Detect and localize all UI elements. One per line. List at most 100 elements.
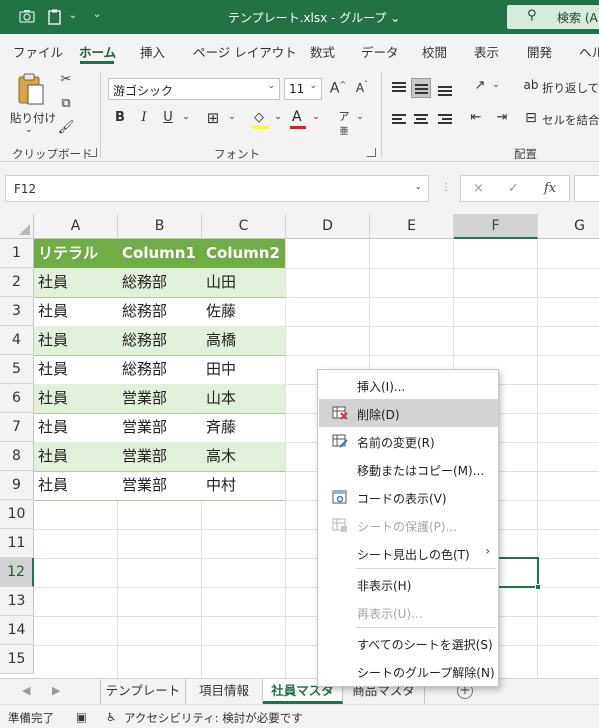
column-header-c[interactable]: C — [202, 214, 286, 239]
menu-item-delete[interactable]: 削除(D) — [319, 399, 498, 427]
customize-toolbar-icon[interactable]: ⌄ — [88, 9, 106, 27]
tab-data[interactable]: データ — [361, 42, 399, 61]
row-header-12[interactable]: 12 — [0, 558, 34, 587]
tab-insert[interactable]: 挿入 — [140, 42, 165, 61]
table-header-cell[interactable]: Column1 — [118, 239, 202, 268]
tab-view[interactable]: 表示 — [474, 42, 499, 61]
row-header-2[interactable]: 2 — [0, 268, 34, 297]
menu-item-tab-color[interactable]: シート見出しの色(T) › — [319, 539, 498, 567]
align-center-icon[interactable] — [411, 110, 431, 130]
row-header-10[interactable]: 10 — [0, 500, 34, 529]
chevron-down-icon[interactable]: ⌄ — [222, 112, 242, 122]
menu-item-protect-sheet[interactable]: シートの保護(P)... — [319, 511, 498, 539]
formula-input[interactable] — [574, 175, 599, 202]
macro-record-icon[interactable]: ▣ — [76, 710, 87, 724]
enter-icon[interactable]: ✓ — [508, 181, 519, 196]
chevron-down-icon[interactable]: ⌄ — [176, 112, 196, 122]
insert-function-icon[interactable]: fx — [544, 181, 556, 196]
table-cell[interactable]: 営業部 — [118, 442, 202, 471]
chevron-down-icon[interactable]: ⌄ — [486, 80, 506, 90]
row-header-9[interactable]: 9 — [0, 471, 34, 500]
column-header-g[interactable]: G — [538, 214, 599, 239]
table-cell[interactable]: 社員 — [34, 442, 118, 471]
chevron-down-icon[interactable]: ⌄ — [350, 112, 370, 122]
merge-cells-button[interactable]: セルを結合 — [542, 112, 599, 128]
row-header-1[interactable]: 1 — [0, 239, 34, 268]
chevron-down-icon[interactable]: ⌄ — [306, 112, 326, 122]
align-bottom-icon[interactable] — [435, 78, 455, 98]
tab-page-layout[interactable]: ページ レイアウト — [193, 42, 297, 61]
table-cell[interactable]: 総務部 — [118, 326, 202, 355]
table-cell[interactable]: 総務部 — [118, 355, 202, 384]
table-cell[interactable]: 総務部 — [118, 297, 202, 326]
search-box[interactable]: ⚲ 検索 (A — [507, 5, 599, 29]
row-header-8[interactable]: 8 — [0, 442, 34, 471]
clipboard-icon[interactable] — [46, 8, 64, 26]
bold-icon[interactable]: B — [110, 110, 130, 125]
decrease-indent-icon[interactable]: ⇤ — [466, 110, 486, 125]
tab-review[interactable]: 校閲 — [422, 42, 447, 61]
more-icon[interactable]: ⋮ — [441, 182, 451, 193]
row-header-3[interactable]: 3 — [0, 297, 34, 326]
column-header-a[interactable]: A — [34, 214, 118, 239]
format-painter-icon[interactable]: 🖌 — [56, 120, 76, 135]
borders-icon[interactable]: ⊞ — [203, 109, 223, 127]
grow-font-icon[interactable]: A^ — [328, 80, 348, 97]
column-header-b[interactable]: B — [118, 214, 202, 239]
menu-item-ungroup-sheets[interactable]: シートのグループ解除(N) — [319, 657, 498, 685]
next-sheet-icon[interactable]: ▶ — [52, 684, 60, 697]
table-cell[interactable]: 社員 — [34, 268, 118, 297]
cancel-icon[interactable]: × — [473, 181, 484, 196]
clipboard-launcher-icon[interactable] — [88, 148, 97, 157]
shrink-font-icon[interactable]: Aˇ — [352, 80, 372, 95]
align-left-icon[interactable] — [389, 110, 409, 130]
select-all-button[interactable] — [0, 214, 34, 239]
row-header-14[interactable]: 14 — [0, 616, 34, 645]
sheet-tab-template[interactable]: テンプレート — [100, 679, 186, 704]
fill-handle[interactable] — [535, 584, 541, 590]
column-header-d[interactable]: D — [286, 214, 370, 239]
column-header-e[interactable]: E — [370, 214, 454, 239]
table-cell[interactable]: 田中 — [202, 355, 286, 384]
table-cell[interactable]: 中村 — [202, 471, 286, 500]
table-cell[interactable]: 社員 — [34, 413, 118, 442]
align-top-icon[interactable] — [389, 78, 409, 98]
tab-file[interactable]: ファイル — [13, 42, 63, 61]
increase-indent-icon[interactable]: ⇥ — [492, 110, 512, 125]
table-cell[interactable]: 営業部 — [118, 413, 202, 442]
font-name-select[interactable]: 游ゴシック ⌄ — [108, 78, 280, 100]
table-cell[interactable]: 社員 — [34, 471, 118, 500]
accessibility-icon[interactable]: ♿ — [106, 710, 116, 724]
italic-icon[interactable]: I — [134, 110, 154, 125]
menu-item-insert[interactable]: 挿入(I)... — [319, 371, 498, 399]
table-cell[interactable]: 斉藤 — [202, 413, 286, 442]
tab-developer[interactable]: 開発 — [527, 42, 552, 61]
table-header-cell[interactable]: リテラル — [34, 239, 118, 268]
menu-item-move-copy[interactable]: 移動またはコピー(M)... — [319, 455, 498, 483]
name-box[interactable]: F12 ⌄ — [5, 175, 429, 202]
table-cell[interactable]: 社員 — [34, 384, 118, 413]
worksheet-grid[interactable]: A B C D E F G 1 2 3 4 5 6 7 8 9 10 11 12… — [0, 214, 599, 678]
menu-item-rename[interactable]: 名前の変更(R) — [319, 427, 498, 455]
menu-item-view-code[interactable]: コードの表示(V) — [319, 483, 498, 511]
tab-help[interactable]: ヘル — [579, 42, 599, 61]
menu-item-select-all-sheets[interactable]: すべてのシートを選択(S) — [319, 629, 498, 657]
underline-icon[interactable]: U — [158, 110, 178, 125]
camera-icon[interactable] — [18, 8, 36, 26]
table-cell[interactable]: 営業部 — [118, 471, 202, 500]
row-header-13[interactable]: 13 — [0, 587, 34, 616]
table-header-cell[interactable]: Column2 — [202, 239, 286, 268]
window-title[interactable]: テンプレート.xlsx - グループ ⌄ — [228, 9, 400, 26]
menu-item-unhide[interactable]: 再表示(U)... — [319, 598, 498, 626]
merge-cells-icon[interactable]: ⊟ — [521, 110, 541, 126]
table-cell[interactable]: 高橋 — [202, 326, 286, 355]
font-color-icon[interactable]: A — [289, 109, 307, 130]
font-launcher-icon[interactable] — [367, 148, 376, 157]
font-size-select[interactable]: 11 ⌄ — [284, 78, 322, 100]
row-header-15[interactable]: 15 — [0, 645, 34, 674]
wrap-text-button[interactable]: 折り返して全 — [542, 80, 599, 96]
table-cell[interactable]: 総務部 — [118, 268, 202, 297]
tab-home[interactable]: ホーム — [79, 42, 116, 61]
align-right-icon[interactable] — [435, 110, 455, 130]
chevron-down-icon[interactable]: ⌄ — [268, 112, 288, 122]
